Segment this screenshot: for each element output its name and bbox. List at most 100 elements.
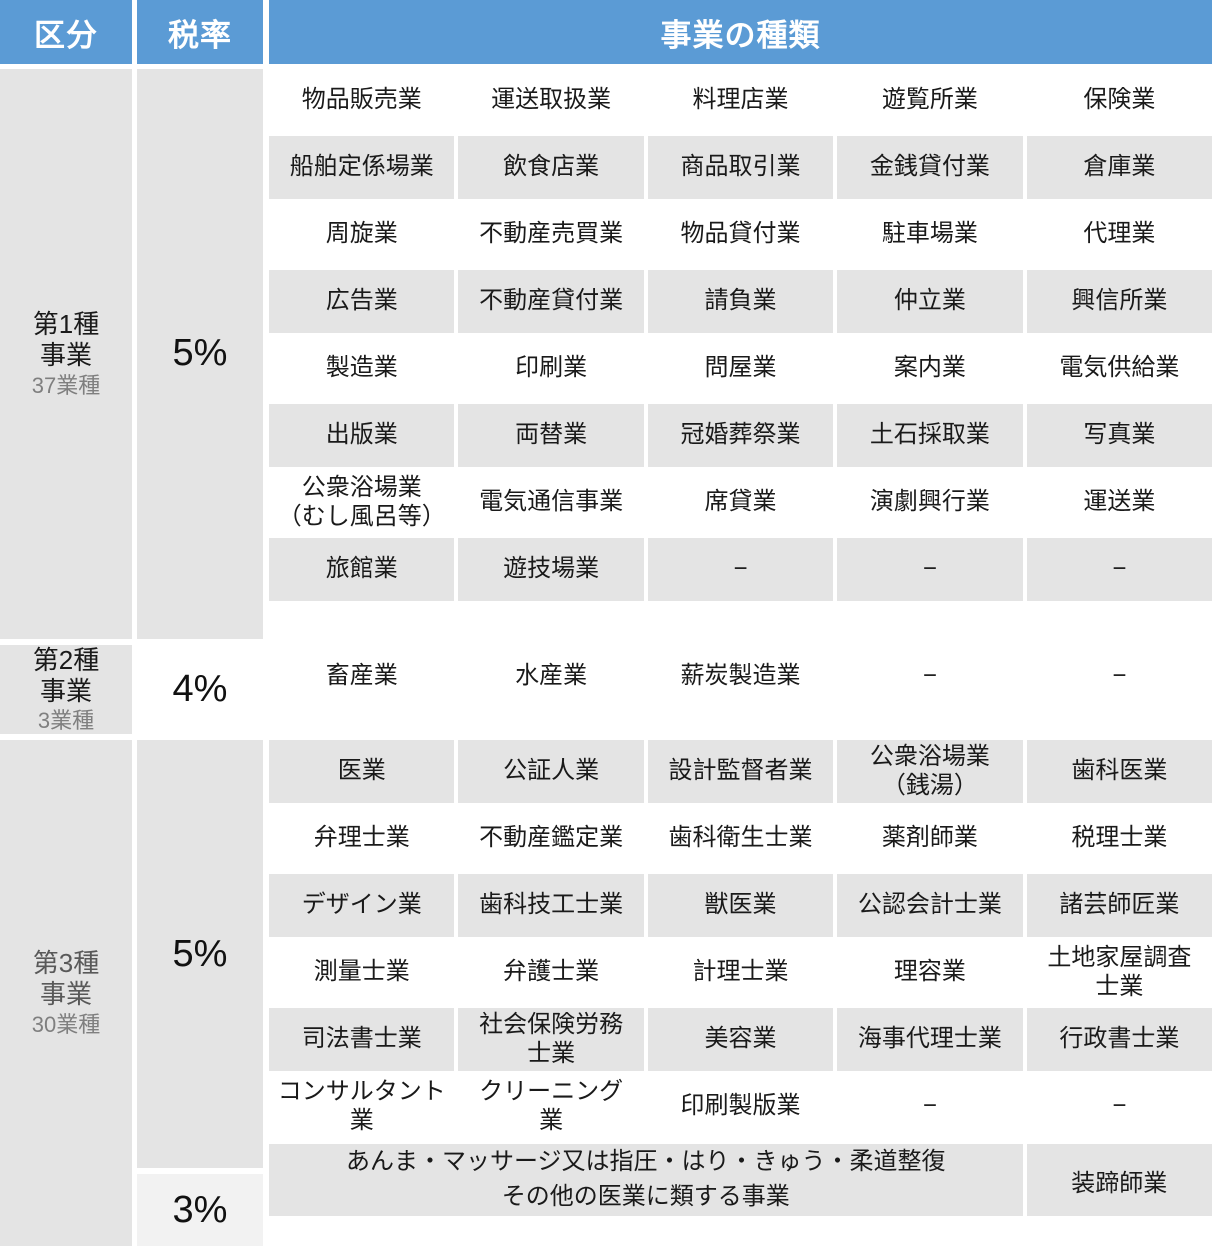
business-type-cell: 運送業 <box>1026 471 1212 534</box>
business-grid-block: 物品販売業 運送取扱業 料理店業 遊覧所業 保険業 船舶定係場業 飲食店業 商品取引業 金銭貸付… <box>269 69 1212 601</box>
business-type-cell: 不動産貸付業 <box>458 270 644 333</box>
business-type-cell: 弁理士業 <box>269 807 455 871</box>
category-label: 第3種 事業 <box>32 948 100 1010</box>
business-type-cell: 公証人業 <box>458 740 644 804</box>
tax-rate-value: 5% <box>137 69 263 639</box>
tax-rate-value: 4% <box>137 644 263 735</box>
business-type-cell: 両替業 <box>458 404 644 467</box>
category-cell: 第1種 事業 37業種 <box>0 69 132 639</box>
business-type-cell: 薬剤師業 <box>837 807 1023 871</box>
business-type-cell: 案内業 <box>837 337 1023 400</box>
business-type-cell: − <box>647 538 834 601</box>
business-type-cell: 冠婚葬祭業 <box>647 404 834 467</box>
business-type-cell: 歯科医業 <box>1026 740 1212 804</box>
business-type-cell: コンサルタント 業 <box>269 1075 455 1139</box>
business-type-cell: 旅館業 <box>269 538 455 601</box>
rate-column: 5% <box>137 69 263 639</box>
business-type-cell: 畜産業 <box>269 644 455 708</box>
table-row: 旅館業 遊技場業 − − − <box>269 538 1212 601</box>
business-type-cell: 問屋業 <box>647 337 834 400</box>
business-type-cell: 周旋業 <box>269 203 455 266</box>
business-type-cell: 仲立業 <box>837 270 1023 333</box>
business-note-cell: あんま・マッサージ又は指圧・はり・きゅう・柔道整復 その他の医業に類する事業 <box>269 1144 1023 1217</box>
business-type-cell: 金銭貸付業 <box>837 136 1023 199</box>
category-label: 第2種 事業 <box>32 644 100 706</box>
business-type-cell: 広告業 <box>269 270 455 333</box>
table-row: 製造業 印刷業 問屋業 案内業 電気供給業 <box>269 337 1212 400</box>
header-cell-taxrate: 税率 <box>137 0 263 64</box>
category-cell: 第2種 事業 3業種 <box>0 644 132 735</box>
business-type-cell: 請負業 <box>647 270 834 333</box>
header-cell-kubun: 区分 <box>0 0 132 64</box>
business-type-cell: 遊覧所業 <box>837 69 1023 132</box>
tax-rate-value: 5% <box>137 740 263 1168</box>
business-type-cell: 代理業 <box>1026 203 1212 266</box>
table-header-row: 区分 税率 事業の種類 <box>0 0 1212 64</box>
business-type-cell: 印刷製版業 <box>647 1075 834 1139</box>
table-body: 第1種 事業 37業種 5% 物品販売業 運送取扱業 料理店業 遊覧所業 保険業 船舶定係場業飲… <box>0 64 1212 1246</box>
business-type-cell: 保険業 <box>1026 69 1212 132</box>
business-type-cell: 設計監督者業 <box>647 740 834 804</box>
table-row: 畜産業 水産業 薪炭製造業 − − <box>269 644 1212 708</box>
table-row: 司法書士業 社会保険労務 士業 美容業 海事代理士業 行政書士業 <box>269 1008 1212 1072</box>
business-grid-block: 医業 公証人業 設計監督者業 公衆浴場業 （銭湯） 歯科医業 弁理士業 不動産鑑定業 歯科衛生… <box>269 740 1212 1139</box>
table-row: 公衆浴場業 （むし風呂等） 電気通信事業 席貸業 演劇興行業 運送業 <box>269 471 1212 534</box>
business-grid: 医業 公証人業 設計監督者業 公衆浴場業 （銭湯） 歯科医業 弁理士業 不動産鑑定業 歯科衛生… <box>269 740 1212 1246</box>
business-type-cell: 倉庫業 <box>1026 136 1212 199</box>
business-type-cell: 興信所業 <box>1026 270 1212 333</box>
business-type-cell: 医業 <box>269 740 455 804</box>
header-cell-business: 事業の種類 <box>269 0 1212 64</box>
business-type-cell: 遊技場業 <box>458 538 644 601</box>
business-type-cell: 印刷業 <box>458 337 644 400</box>
business-type-cell: − <box>837 644 1023 708</box>
business-type-cell: 行政書士業 <box>1026 1008 1212 1072</box>
business-type-cell: 土石採取業 <box>837 404 1023 467</box>
business-grid: 物品販売業 運送取扱業 料理店業 遊覧所業 保険業 船舶定係場業 飲食店業 商品取引業 金銭貸付… <box>269 69 1212 639</box>
business-type-cell: 歯科衛生士業 <box>647 807 834 871</box>
business-type-cell: − <box>837 538 1023 601</box>
business-type-cell: 公衆浴場業 （むし風呂等） <box>269 471 455 534</box>
business-type-cell: 物品貸付業 <box>647 203 834 266</box>
rate-column: 4% <box>137 644 263 735</box>
business-type-cell: 駐車場業 <box>837 203 1023 266</box>
table-row: 広告業 不動産貸付業 請負業 仲立業 興信所業 <box>269 270 1212 333</box>
rate-column: 5% 3% <box>137 740 263 1246</box>
table-row: 測量士業 弁護士業 計理士業 理容業 土地家屋調査 士業 <box>269 941 1212 1005</box>
business-type-cell: − <box>1026 644 1212 708</box>
business-type-cell: 公衆浴場業 （銭湯） <box>837 740 1023 804</box>
business-type-cell: 計理士業 <box>647 941 834 1005</box>
business-type-cell: 水産業 <box>458 644 644 708</box>
business-type-cell: 公認会計士業 <box>837 874 1023 938</box>
table-section: 第1種 事業 37業種 5% 物品販売業 運送取扱業 料理店業 遊覧所業 保険業 船舶定係場業飲… <box>0 69 1212 639</box>
business-type-cell: 獣医業 <box>647 874 834 938</box>
business-type-cell: 測量士業 <box>269 941 455 1005</box>
business-type-cell: 土地家屋調査 士業 <box>1026 941 1212 1005</box>
business-type-cell: 写真業 <box>1026 404 1212 467</box>
business-type-cell: 製造業 <box>269 337 455 400</box>
table-row: 船舶定係場業 飲食店業 商品取引業 金銭貸付業 倉庫業 <box>269 136 1212 199</box>
category-count-label: 3業種 <box>37 708 95 734</box>
table-row: デザイン業 歯科技工士業 獣医業 公認会計士業 諸芸師匠業 <box>269 874 1212 938</box>
business-tax-rate-table: 区分 税率 事業の種類 第1種 事業 37業種 5% 物品販売業 運送取扱業 料理店業 遊覧… <box>0 0 1212 1246</box>
table-row: 周旋業 不動産売買業 物品貸付業 駐車場業 代理業 <box>269 203 1212 266</box>
business-type-cell: 席貸業 <box>647 471 834 534</box>
business-type-cell: 飲食店業 <box>458 136 644 199</box>
business-type-cell: 装蹄師業 <box>1026 1144 1212 1217</box>
business-type-cell: 電気供給業 <box>1026 337 1212 400</box>
business-type-cell: デザイン業 <box>269 874 455 938</box>
table-row: 出版業 両替業 冠婚葬祭業 土石採取業 写真業 <box>269 404 1212 467</box>
table-row: あんま・マッサージ又は指圧・はり・きゅう・柔道整復 その他の医業に類する事業 装蹄… <box>269 1144 1212 1217</box>
business-type-cell: 諸芸師匠業 <box>1026 874 1212 938</box>
business-type-cell: − <box>837 1075 1023 1139</box>
category-cell: 第3種 事業 30業種 <box>0 740 132 1246</box>
business-type-cell: 歯科技工士業 <box>458 874 644 938</box>
table-section: 第3種 事業 30業種 5% 3% 医業 公証人業 設計監督者業 公衆浴場業 （銭湯） 歯科医業… <box>0 740 1212 1246</box>
business-grid-block: 畜産業 水産業 薪炭製造業 − − <box>269 644 1212 708</box>
business-type-cell: 美容業 <box>647 1008 834 1072</box>
table-row: 弁理士業 不動産鑑定業 歯科衛生士業 薬剤師業 税理士業 <box>269 807 1212 871</box>
business-type-cell: 海事代理士業 <box>837 1008 1023 1072</box>
table-row: 医業 公証人業 設計監督者業 公衆浴場業 （銭湯） 歯科医業 <box>269 740 1212 804</box>
category-count-label: 37業種 <box>31 372 101 398</box>
business-type-cell: 商品取引業 <box>647 136 834 199</box>
business-type-cell: 司法書士業 <box>269 1008 455 1072</box>
